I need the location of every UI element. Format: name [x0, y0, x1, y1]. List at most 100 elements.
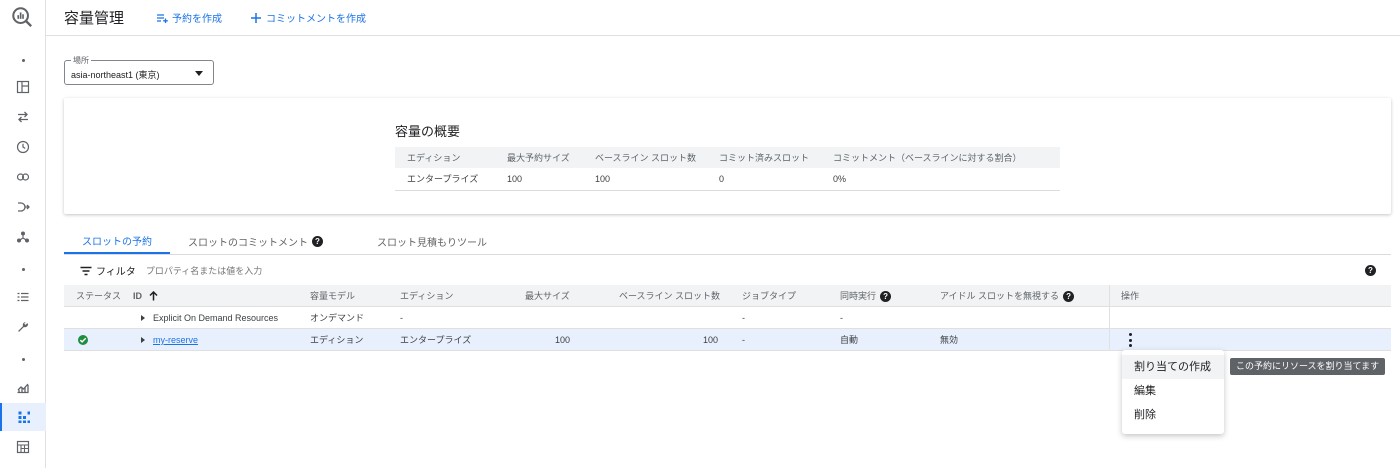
disaster-recovery-icon[interactable]: [0, 433, 46, 461]
summary-col-baseline: ベースライン スロット数: [583, 147, 707, 168]
summary-max-size: 100: [495, 168, 583, 191]
col-id-label: ID: [133, 291, 142, 301]
column-divider: [1109, 307, 1110, 329]
help-icon[interactable]: ?: [880, 291, 892, 302]
create-commitment-label: コミットメントを作成: [266, 14, 367, 25]
tab-slot-estimator[interactable]: スロット見積もりツール: [341, 228, 505, 254]
summary-col-committed: コミット済みスロット: [707, 147, 821, 168]
page-title: 容量管理: [64, 10, 125, 27]
arrow-up-sort-icon: [148, 290, 158, 301]
row-capacity-model: エディション: [310, 335, 364, 345]
menu-delete[interactable]: 削除: [1122, 403, 1224, 427]
dataform-icon[interactable]: [0, 193, 46, 221]
transfers-icon[interactable]: [0, 103, 46, 131]
row-concurrency: 自動: [840, 335, 859, 345]
tab-slot-commitments[interactable]: スロットのコミットメント?: [170, 228, 341, 254]
actions-menu: 割り当ての作成 編集 削除: [1122, 350, 1224, 434]
dropdown-arrow-icon: [195, 71, 203, 76]
more-actions-icon[interactable]: [1129, 333, 1133, 347]
row-id: Explicit On Demand Resources: [153, 313, 279, 323]
menu-edit[interactable]: 編集: [1122, 379, 1224, 403]
filter-input[interactable]: [145, 265, 446, 276]
filter-bar: フィルタ ?: [64, 258, 1391, 283]
studio-icon[interactable]: [0, 73, 46, 101]
tab-label: スロットのコミットメント: [188, 237, 308, 249]
scheduled-queries-icon[interactable]: [0, 133, 46, 161]
col-actions: 操作: [1121, 291, 1140, 301]
row-baseline-slots: 100: [702, 335, 718, 345]
top-bar: 容量管理 予約を作成 コミットメントを作成: [46, 0, 1400, 36]
help-icon[interactable]: ?: [1365, 265, 1376, 276]
summary-col-max-size: 最大予約サイズ: [495, 147, 583, 168]
nav-dot-2: [0, 255, 46, 283]
summary-col-commitment-pct: コミットメント（ベースラインに対する割合）: [821, 147, 1060, 168]
tab-slot-reservations[interactable]: スロットの予約: [64, 228, 170, 254]
create-reservation-label: 予約を作成: [172, 14, 223, 25]
reservations-table: ステータス ID 容量モデル エディション 最大サイズ ベースライン スロット数…: [64, 285, 1391, 351]
row-capacity-model: オンデマンド: [310, 313, 365, 323]
row-edition: エンタープライズ: [400, 335, 472, 345]
capacity-management-icon[interactable]: [0, 403, 46, 431]
expand-icon[interactable]: [141, 315, 145, 321]
left-nav-rail: [0, 0, 46, 468]
location-select[interactable]: 場所 asia-northeast1 (東京): [64, 55, 214, 85]
col-status: ステータス: [76, 291, 122, 301]
col-concurrency-label: 同時実行: [840, 291, 877, 301]
row-concurrency: -: [840, 313, 843, 323]
tooltip: この予約にリソースを割り当てます: [1230, 358, 1386, 375]
summary-baseline: 100: [583, 168, 707, 191]
tab-label: スロットの予約: [82, 236, 152, 248]
playlist-add-icon: [157, 13, 168, 23]
plus-icon: [251, 12, 262, 23]
row-ignore-idle: 無効: [940, 335, 959, 345]
row-job-type: -: [742, 335, 745, 345]
status-ok-icon: [78, 335, 88, 345]
table-header-row: ステータス ID 容量モデル エディション 最大サイズ ベースライン スロット数…: [64, 285, 1391, 307]
summary-commitment-pct: 0%: [821, 168, 1060, 191]
column-divider: [1109, 329, 1110, 351]
filter-label: フィルタ: [96, 267, 136, 278]
summary-row: エンタープライズ 100 100 0 0%: [395, 168, 1060, 191]
summary-committed: 0: [707, 168, 821, 191]
jobs-icon[interactable]: [0, 283, 46, 311]
summary-title: 容量の概要: [395, 124, 461, 139]
app-root: 容量管理 予約を作成 コミットメントを作成 場所 asia-northeast1…: [0, 0, 1400, 468]
col-concurrency: 同時実行?: [840, 285, 892, 307]
col-job-type: ジョブタイプ: [742, 291, 797, 301]
nav-dot-3: [0, 345, 46, 373]
table-row[interactable]: Explicit On Demand Resources オンデマンド - - …: [64, 307, 1391, 329]
filter-icon: [80, 266, 92, 275]
reservation-link[interactable]: my-reserve: [153, 329, 198, 351]
summary-header-row: エディション 最大予約サイズ ベースライン スロット数 コミット済みスロット コ…: [395, 147, 1060, 168]
summary-col-edition: エディション: [395, 147, 495, 168]
summary-table: エディション 最大予約サイズ ベースライン スロット数 コミット済みスロット コ…: [395, 147, 1060, 191]
menu-create-assignment[interactable]: 割り当ての作成: [1122, 355, 1224, 379]
row-job-type: -: [742, 313, 745, 323]
row-edition: -: [400, 313, 403, 323]
partner-center-icon[interactable]: [0, 223, 46, 251]
bigquery-logo-icon[interactable]: [11, 6, 33, 28]
col-ignore-idle-slots: アイドル スロットを無視する?: [940, 285, 1075, 307]
col-max-size: 最大サイズ: [525, 291, 570, 301]
table-row[interactable]: my-reserve エディション エンタープライズ 100 100 - 自動 …: [64, 329, 1391, 351]
summary-edition: エンタープライズ: [395, 168, 495, 191]
capacity-summary-card: 容量の概要 エディション 最大予約サイズ ベースライン スロット数 コミット済み…: [64, 98, 1391, 214]
analytics-hub-icon[interactable]: [0, 163, 46, 191]
monitoring-icon[interactable]: [0, 373, 46, 401]
wrench-icon[interactable]: [0, 313, 46, 341]
col-edition: エディション: [400, 291, 454, 301]
help-icon[interactable]: ?: [1063, 291, 1075, 302]
create-commitment-button[interactable]: コミットメントを作成: [250, 10, 366, 25]
tab-label: スロット見積もりツール: [377, 237, 487, 249]
column-divider: [1109, 285, 1110, 307]
location-value: asia-northeast1 (東京): [71, 70, 160, 80]
location-label: 場所: [71, 55, 91, 66]
col-id[interactable]: ID: [133, 285, 158, 307]
tab-bar: スロットの予約 スロットのコミットメント? スロット見積もりツール: [64, 228, 1391, 255]
expand-icon[interactable]: [141, 337, 145, 343]
col-baseline-slots: ベースライン スロット数: [619, 291, 721, 301]
create-reservation-button[interactable]: 予約を作成: [156, 10, 222, 25]
nav-dot-1: [0, 46, 46, 74]
row-max-size: 100: [554, 335, 570, 345]
help-icon[interactable]: ?: [312, 235, 323, 247]
